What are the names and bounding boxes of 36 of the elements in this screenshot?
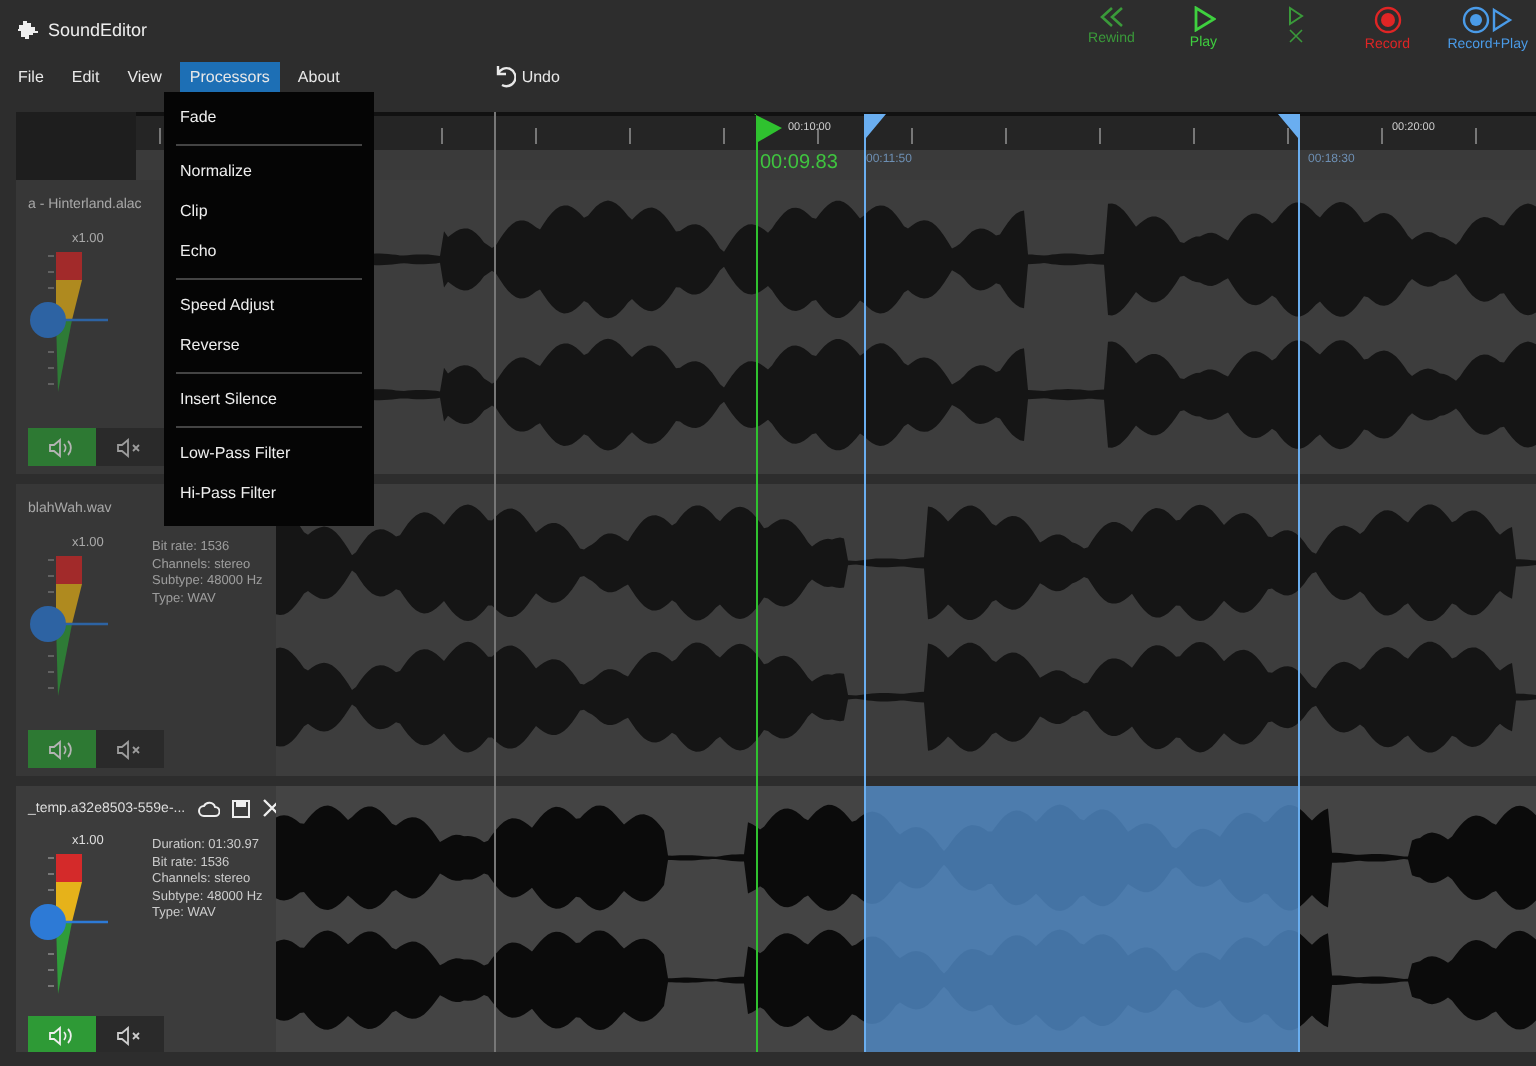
undo-icon (493, 64, 516, 88)
menu-item[interactable]: Edit (61, 61, 110, 91)
selection-end-marker[interactable] (1276, 114, 1304, 1052)
speaker-icon (48, 437, 76, 457)
mute-icon (116, 437, 144, 457)
menu-option[interactable]: Echo (176, 232, 362, 272)
menu-item[interactable]: About (287, 61, 350, 91)
undo-button[interactable]: Undo (481, 62, 572, 90)
menu-option[interactable]: Insert Silence (176, 380, 362, 420)
menu-option[interactable]: Reverse (176, 326, 362, 366)
sound-on-button[interactable] (28, 730, 96, 768)
menu-option[interactable]: Low-Pass Filter (176, 434, 362, 474)
mute-button[interactable] (96, 1016, 164, 1052)
mute-icon (116, 1025, 144, 1045)
menu-item[interactable]: View (117, 61, 172, 91)
sound-on-button[interactable] (28, 428, 96, 466)
record-icon (1373, 6, 1402, 34)
mute-button[interactable] (96, 428, 164, 466)
playhead-time: 00:09.83 (760, 152, 838, 174)
cloud-icon[interactable] (197, 799, 220, 817)
speaker-icon (48, 739, 76, 759)
menu-option[interactable]: Clip (176, 192, 362, 232)
play-icon (1191, 6, 1216, 32)
speaker-icon (48, 1025, 76, 1045)
app-title: SoundEditor (48, 20, 148, 40)
menu-item[interactable]: File (8, 61, 54, 91)
close-icon[interactable] (261, 798, 282, 818)
save-icon[interactable] (231, 799, 250, 817)
menu-option[interactable]: Fade (176, 98, 362, 138)
rewind-icon (1097, 6, 1126, 28)
record-play-icon (1461, 6, 1514, 34)
menu-item[interactable]: Processors (179, 61, 280, 91)
mute-icon (116, 739, 144, 759)
mute-button[interactable] (96, 730, 164, 768)
play-step-icon (1285, 6, 1306, 46)
menu-option[interactable]: Speed Adjust (176, 286, 362, 326)
